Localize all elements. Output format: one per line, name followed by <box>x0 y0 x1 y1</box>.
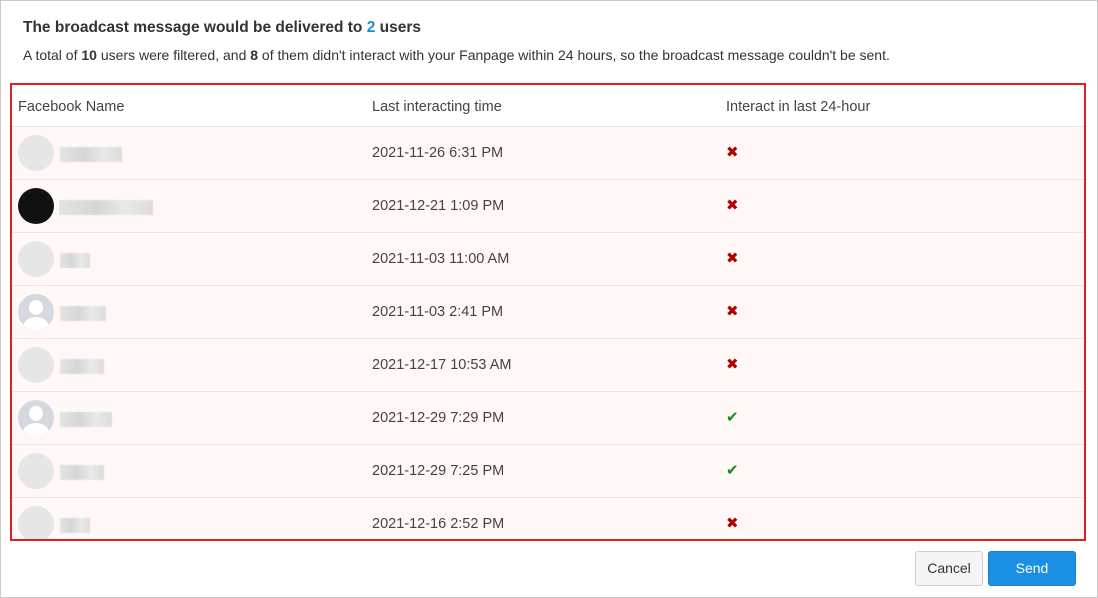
blank-avatar <box>18 347 54 383</box>
column-header-interact-24h: Interact in last 24-hour <box>726 99 871 115</box>
summary-part3: of them didn't interact with your Fanpag… <box>258 47 890 63</box>
cross-icon: ✖ <box>726 302 739 320</box>
heading-suffix: users <box>375 19 421 36</box>
cross-icon: ✖ <box>726 249 739 267</box>
column-header-facebook-name: Facebook Name <box>18 99 125 115</box>
cross-icon: ✖ <box>726 514 739 532</box>
check-icon: ✔ <box>726 461 739 479</box>
send-button[interactable]: Send <box>988 551 1076 586</box>
table-row: 2021-11-03 11:00 AM ✖ <box>12 233 1084 286</box>
blurred-name <box>60 306 106 321</box>
last-interacting-time: 2021-11-26 6:31 PM <box>372 145 504 161</box>
blurred-name <box>59 200 153 215</box>
total-count: 10 <box>81 47 97 63</box>
table-row: 2021-12-16 2:52 PM ✖ <box>12 498 1084 539</box>
table-row: 2021-12-17 10:53 AM ✖ <box>12 339 1084 392</box>
table-row: 2021-11-26 6:31 PM ✖ <box>12 127 1084 180</box>
cross-icon: ✖ <box>726 355 739 373</box>
blank-avatar <box>18 135 54 171</box>
last-interacting-time: 2021-12-29 7:29 PM <box>372 410 505 426</box>
blurred-name <box>60 465 104 480</box>
blurred-name <box>60 359 104 374</box>
last-interacting-time: 2021-12-16 2:52 PM <box>372 516 505 532</box>
blank-avatar <box>18 241 54 277</box>
heading-prefix: The broadcast message would be delivered… <box>23 19 367 36</box>
dark-avatar <box>18 188 54 224</box>
broadcast-dialog: The broadcast message would be delivered… <box>0 0 1098 598</box>
table-row: 2021-12-29 7:25 PM ✔ <box>12 445 1084 498</box>
person-avatar <box>18 294 54 330</box>
summary-part1: A total of <box>23 47 82 63</box>
summary-part2: users were filtered, and <box>96 47 251 63</box>
filter-summary: A total of 10 users were filtered, and 8… <box>23 47 890 63</box>
person-avatar <box>18 400 54 436</box>
blurred-name <box>60 253 90 268</box>
blurred-name <box>60 412 112 427</box>
blurred-name <box>60 518 90 533</box>
dialog-heading: The broadcast message would be delivered… <box>23 19 421 37</box>
last-interacting-time: 2021-11-03 2:41 PM <box>372 304 504 320</box>
check-icon: ✔ <box>726 408 739 426</box>
last-interacting-time: 2021-12-21 1:09 PM <box>372 198 505 214</box>
cancel-button[interactable]: Cancel <box>915 551 983 586</box>
blank-avatar <box>18 453 54 489</box>
failed-count: 8 <box>250 47 259 63</box>
users-table: Facebook Name Last interacting time Inte… <box>10 83 1086 541</box>
last-interacting-time: 2021-12-29 7:25 PM <box>372 463 505 479</box>
last-interacting-time: 2021-11-03 11:00 AM <box>372 251 510 267</box>
blurred-name <box>60 147 122 162</box>
cross-icon: ✖ <box>726 196 739 214</box>
table-row: 2021-12-21 1:09 PM ✖ <box>12 180 1084 233</box>
table-row: 2021-11-03 2:41 PM ✖ <box>12 286 1084 339</box>
table-row: 2021-12-29 7:29 PM ✔ <box>12 392 1084 445</box>
column-header-last-interacting-time: Last interacting time <box>372 99 502 115</box>
cross-icon: ✖ <box>726 143 739 161</box>
table-header: Facebook Name Last interacting time Inte… <box>12 85 1084 127</box>
last-interacting-time: 2021-12-17 10:53 AM <box>372 357 512 373</box>
table-body[interactable]: 2021-11-26 6:31 PM ✖ 2021-12-21 1:09 PM ✖ 20… <box>12 127 1084 539</box>
blank-avatar <box>18 506 54 539</box>
